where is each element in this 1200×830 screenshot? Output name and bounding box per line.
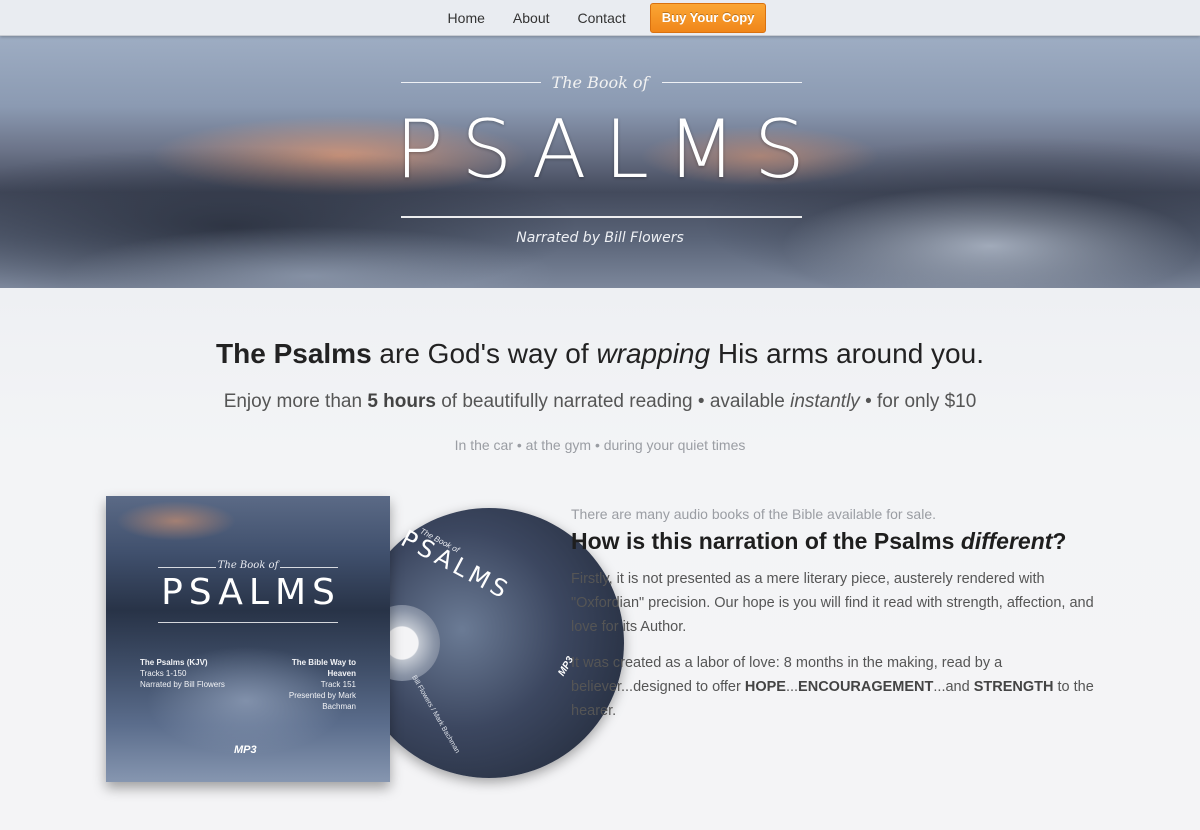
subheadline-text: • for only $10 — [859, 391, 977, 412]
subheadline-text: Enjoy more than — [223, 391, 368, 412]
description-text: ... — [785, 679, 799, 695]
hero-title: PSALMS — [395, 103, 823, 196]
cd-case-right-line: Presented by Mark Bachman — [288, 691, 356, 711]
main-content: The Psalms are God's way of wrapping His… — [0, 288, 1200, 830]
cd-case-pre-title: The Book of — [217, 560, 279, 571]
cd-case-left-title: The Psalms (KJV) — [140, 658, 208, 667]
nav-links: Home About Contact Buy Your Copy — [0, 0, 1200, 36]
description-heading-text: How is this narration of the Psalms — [571, 528, 961, 554]
cd-case-left-line: Tracks 1-150 — [140, 669, 187, 678]
description-heading: How is this narration of the Psalms diff… — [571, 528, 1111, 555]
cd-case-right-line: Track 151 — [320, 680, 356, 689]
product-image: The Book of PSALMS MP3 Bill Flowers / Ma… — [106, 496, 624, 786]
subheadline-bold: 5 hours — [367, 391, 436, 412]
cd-case-left-line: Narrated by Bill Flowers — [140, 680, 225, 689]
cd-case-title: PSALMS — [161, 572, 341, 613]
headline-text: are God's way of — [371, 338, 597, 369]
description-section: There are many audio books of the Bible … — [571, 506, 1111, 723]
description-emphasis-encouragement: ENCOURAGEMENT — [798, 679, 934, 695]
subheadline-text: of beautifully narrated reading • availa… — [435, 391, 791, 412]
cd-case: The Book of PSALMS The Psalms (KJV) Trac… — [106, 496, 390, 782]
nav-home-link[interactable]: Home — [434, 0, 499, 36]
cd-case-left-info: The Psalms (KJV) Tracks 1-150 Narrated b… — [140, 657, 225, 690]
hero-banner: The Book of PSALMS Narrated by Bill Flow… — [0, 36, 1200, 288]
headline-italic: wrapping — [596, 338, 711, 369]
nav-contact-link[interactable]: Contact — [564, 0, 640, 36]
description-emphasis-strength: STRENGTH — [973, 679, 1054, 695]
cd-case-divider — [158, 622, 338, 623]
hero-divider — [401, 216, 802, 218]
hero-subtitle: Narrated by Bill Flowers — [516, 230, 684, 246]
subheadline: Enjoy more than 5 hours of beautifully n… — [0, 391, 1200, 413]
cd-case-bg — [116, 501, 236, 541]
tagline: In the car • at the gym • during your qu… — [454, 437, 746, 453]
description-paragraph-1: Firstly, it is not presented as a mere l… — [571, 571, 1094, 635]
description-heading-text: ? — [1052, 528, 1067, 554]
top-navbar: Home About Contact Buy Your Copy — [0, 0, 1200, 36]
subheadline-italic: instantly — [790, 391, 860, 412]
description-emphasis-hope: HOPE — [744, 679, 786, 695]
description-heading-italic: different — [960, 528, 1053, 554]
cd-case-mp3-logo: MP3 — [234, 744, 257, 756]
description-paragraph-2: It was created as a labor of love: 8 mon… — [571, 651, 1111, 723]
cd-case-right-title: The Bible Way to Heaven — [291, 658, 356, 678]
headline-text: His arms around you. — [710, 338, 984, 369]
nav-about-link[interactable]: About — [499, 0, 564, 36]
headline: The Psalms are God's way of wrapping His… — [0, 338, 1200, 370]
description-text: ...and — [933, 679, 974, 695]
hero-pre-title: The Book of — [551, 73, 649, 92]
headline-bold: The Psalms — [216, 338, 372, 369]
description-intro: There are many audio books of the Bible … — [571, 506, 936, 522]
cd-case-right-info: The Bible Way to Heaven Track 151 Presen… — [266, 657, 356, 712]
buy-your-copy-button[interactable]: Buy Your Copy — [649, 3, 767, 33]
